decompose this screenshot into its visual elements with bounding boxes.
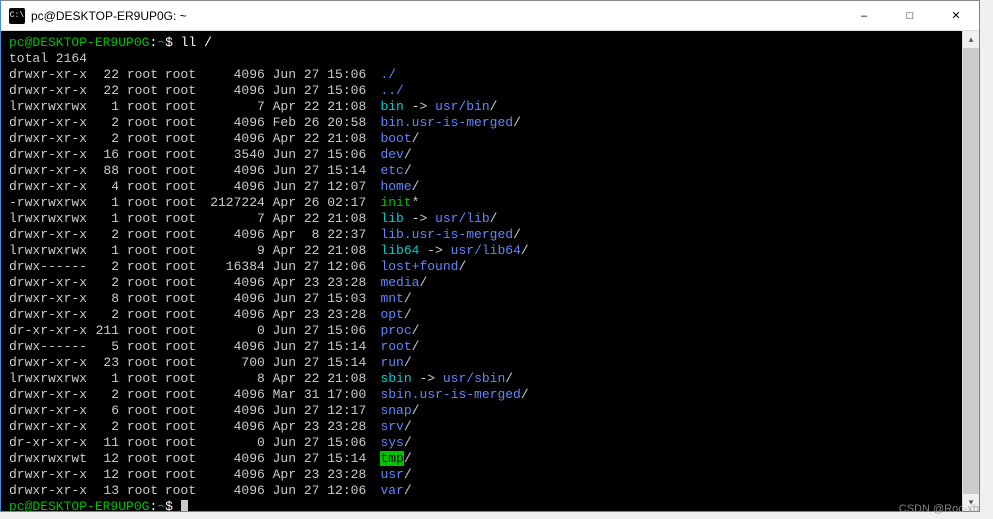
file-name: lib64 -> usr/lib64/ [380,243,528,258]
listing-row: drwxr-xr-x22 rootroot4096 Jun 27 15:06 .… [9,83,975,99]
listing-row: drwxr-xr-x2 rootroot4096 Apr 23 23:28 me… [9,275,975,291]
listing-row: dr-xr-xr-x211 rootroot0 Jun 27 15:06 pro… [9,323,975,339]
file-name: snap/ [380,403,419,418]
listing-row: drwxr-xr-x2 rootroot4096 Mar 31 17:00 sb… [9,387,975,403]
listing-row: drwxr-xr-x2 rootroot4096 Feb 26 20:58 bi… [9,115,975,131]
file-name: usr/ [380,467,411,482]
prompt-user: pc@DESKTOP-ER9UP0G [9,35,149,50]
terminal-body[interactable]: pc@DESKTOP-ER9UP0G:~$ ll /total 2164drwx… [1,31,979,511]
listing-row: drwxr-xr-x2 rootroot4096 Apr 23 23:28 sr… [9,419,975,435]
titlebar[interactable]: C:\ pc@DESKTOP-ER9UP0G: ~ – □ ✕ [1,1,979,31]
listing-row: lrwxrwxrwx1 rootroot7 Apr 22 21:08 bin -… [9,99,975,115]
file-name: sbin.usr-is-merged/ [380,387,528,402]
cursor [181,500,188,511]
listing-row: drwx------5 rootroot4096 Jun 27 15:14 ro… [9,339,975,355]
listing-row: drwxr-xr-x8 rootroot4096 Jun 27 15:03 mn… [9,291,975,307]
maximize-button[interactable]: □ [887,1,933,31]
file-name: lib.usr-is-merged/ [380,227,520,242]
file-name: sys/ [380,435,411,450]
command-text: ll / [181,35,212,50]
file-name: srv/ [380,419,411,434]
listing-row: drwxrwxrwt12 rootroot4096 Jun 27 15:14 t… [9,451,975,467]
listing-row: drwxr-xr-x13 rootroot4096 Jun 27 12:06 v… [9,483,975,499]
file-name: ./ [380,67,396,82]
listing-row: drwxr-xr-x6 rootroot4096 Jun 27 12:17 sn… [9,403,975,419]
listing-row: -rwxrwxrwx1 rootroot2127224 Apr 26 02:17… [9,195,975,211]
listing-row: drwxr-xr-x2 rootroot4096 Apr 8 22:37 lib… [9,227,975,243]
watermark: CSDN @Roc-xb [899,503,979,515]
scroll-thumb[interactable] [963,48,979,494]
file-name: bin -> usr/bin/ [380,99,497,114]
total-line: total 2164 [9,51,975,67]
scroll-up-button[interactable]: ▴ [963,31,979,48]
listing-row: drwxr-xr-x23 rootroot700 Jun 27 15:14 ru… [9,355,975,371]
file-name: dev/ [380,147,411,162]
scroll-track[interactable] [963,48,979,494]
listing-row: dr-xr-xr-x11 rootroot0 Jun 27 15:06 sys/ [9,435,975,451]
listing-row: drwxr-xr-x16 rootroot3540 Jun 27 15:06 d… [9,147,975,163]
listing-row: drwxr-xr-x12 rootroot4096 Apr 23 23:28 u… [9,467,975,483]
listing-row: drwxr-xr-x4 rootroot4096 Jun 27 12:07 ho… [9,179,975,195]
file-name: boot/ [380,131,419,146]
file-name: root/ [380,339,419,354]
file-name: init* [380,195,419,210]
listing-row: lrwxrwxrwx1 rootroot8 Apr 22 21:08 sbin … [9,371,975,387]
file-name: ../ [380,83,403,98]
file-name: bin.usr-is-merged/ [380,115,520,130]
terminal-window: C:\ pc@DESKTOP-ER9UP0G: ~ – □ ✕ pc@DESKT… [0,0,980,512]
listing-row: drwxr-xr-x22 rootroot4096 Jun 27 15:06 .… [9,67,975,83]
prompt-path: ~ [157,35,165,50]
listing-row: lrwxrwxrwx1 rootroot9 Apr 22 21:08 lib64… [9,243,975,259]
file-name: sbin -> usr/sbin/ [380,371,513,386]
listing-row: drwx------2 rootroot16384 Jun 27 12:06 l… [9,259,975,275]
app-icon: C:\ [9,8,25,24]
listing-row: lrwxrwxrwx1 rootroot7 Apr 22 21:08 lib -… [9,211,975,227]
file-name: opt/ [380,307,411,322]
file-name: lost+found/ [380,259,466,274]
file-name: proc/ [380,323,419,338]
window-title: pc@DESKTOP-ER9UP0G: ~ [31,9,841,23]
file-name: mnt/ [380,291,411,306]
listing-row: drwxr-xr-x2 rootroot4096 Apr 23 23:28 op… [9,307,975,323]
file-name: home/ [380,179,419,194]
scrollbar[interactable]: ▴ ▾ [962,31,979,511]
file-name: var/ [380,483,411,498]
minimize-button[interactable]: – [841,1,887,31]
listing-row: drwxr-xr-x2 rootroot4096 Apr 22 21:08 bo… [9,131,975,147]
file-name: lib -> usr/lib/ [380,211,497,226]
file-name: etc/ [380,163,411,178]
file-name: tmp/ [380,451,411,466]
file-name: media/ [380,275,427,290]
file-name: run/ [380,355,411,370]
listing-row: drwxr-xr-x88 rootroot4096 Jun 27 15:14 e… [9,163,975,179]
close-button[interactable]: ✕ [933,1,979,31]
